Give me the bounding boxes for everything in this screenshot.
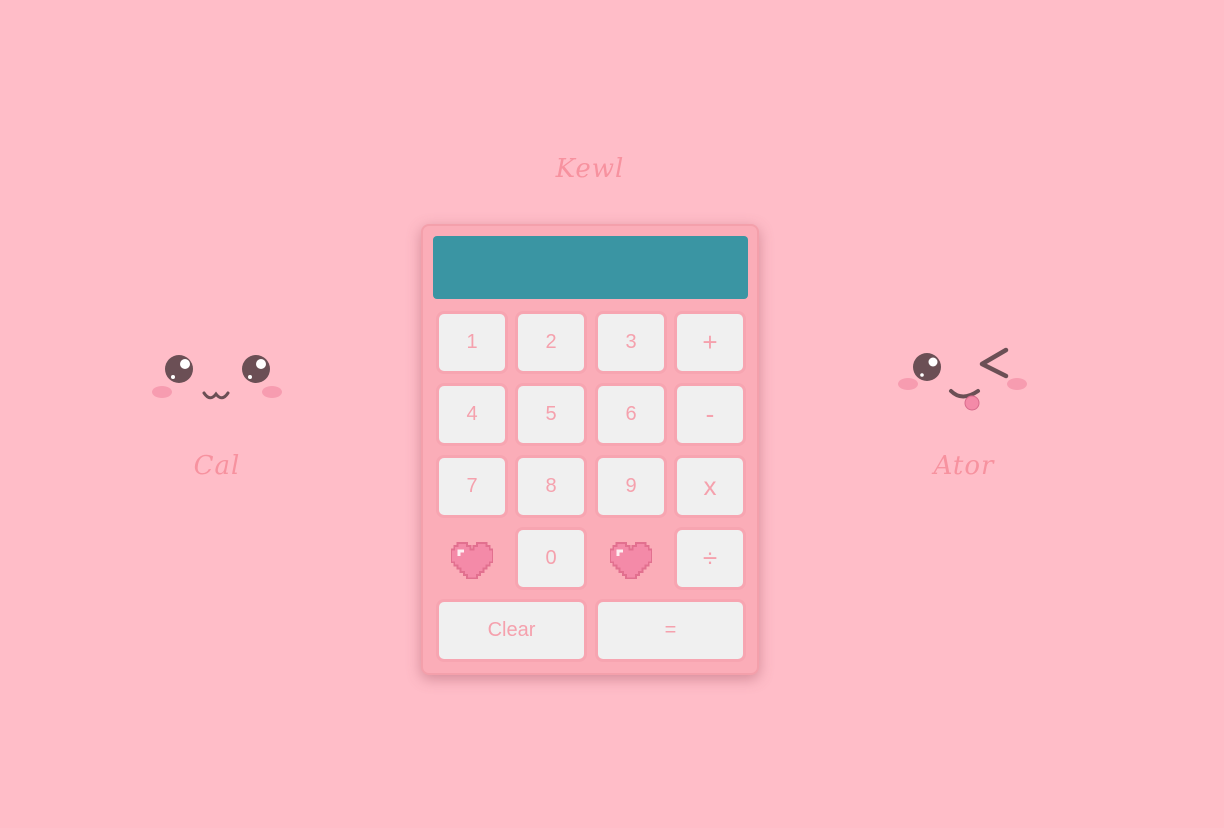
clear-button[interactable]: Clear [436,599,587,662]
key-6[interactable]: 6 [595,383,667,446]
page: Kewl Cal Ator 1 2 3 + 4 5 6 - 7 8 9 x 0 … [0,0,1224,828]
subtract-button[interactable]: - [674,383,746,446]
page-title: Kewl [555,154,625,184]
left-mascot-name: Cal [193,451,241,481]
key-0[interactable]: 0 [515,527,587,590]
key-8[interactable]: 8 [515,455,587,518]
pixel-heart-icon [436,527,508,590]
key-2[interactable]: 2 [515,311,587,374]
key-3[interactable]: 3 [595,311,667,374]
happy-face-icon [148,348,288,408]
key-7[interactable]: 7 [436,455,508,518]
equals-button[interactable]: = [595,599,746,662]
divide-button[interactable]: ÷ [674,527,746,590]
right-mascot-name: Ator [933,451,995,481]
winking-face-icon [894,344,1034,414]
key-4[interactable]: 4 [436,383,508,446]
calculator: 1 2 3 + 4 5 6 - 7 8 9 x 0 ÷ Clear = [421,224,759,675]
pixel-heart-icon [595,527,667,590]
multiply-button[interactable]: x [674,455,746,518]
calculator-display [433,236,748,299]
add-button[interactable]: + [674,311,746,374]
key-5[interactable]: 5 [515,383,587,446]
key-9[interactable]: 9 [595,455,667,518]
key-1[interactable]: 1 [436,311,508,374]
